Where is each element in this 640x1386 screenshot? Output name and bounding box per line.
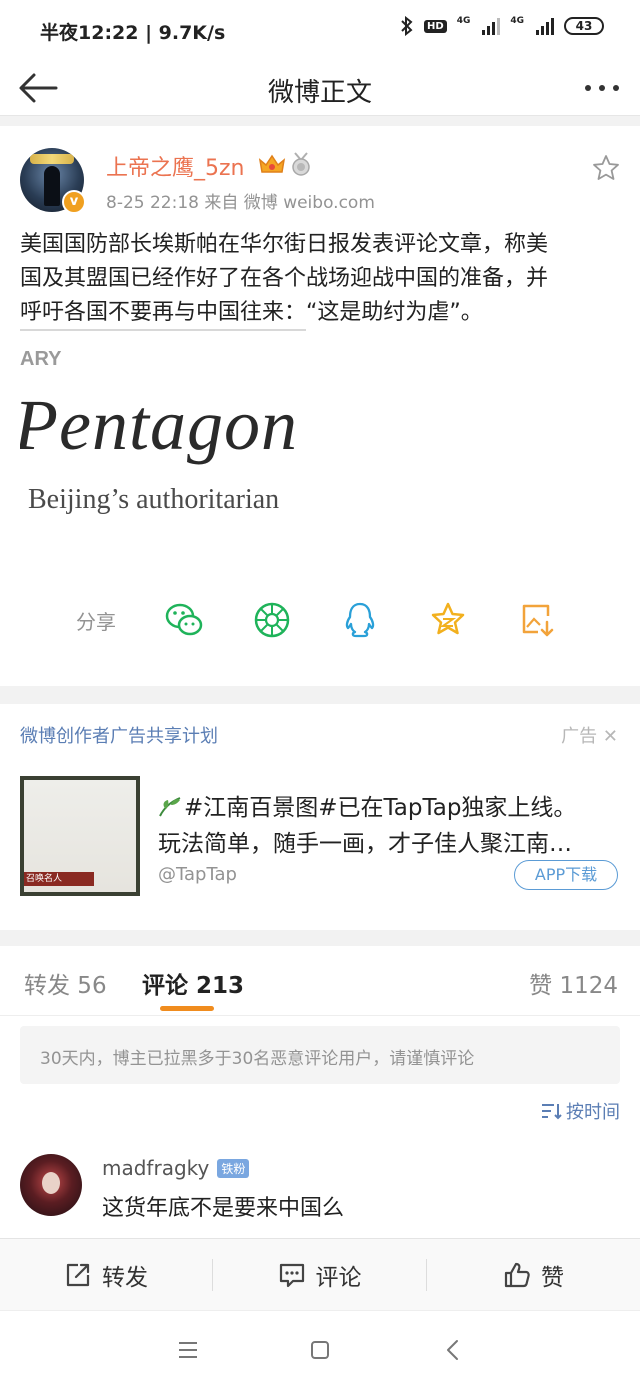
ad-headline-text: #江南百景图#已在TapTap独家上线。 (184, 795, 577, 821)
system-navigation-bar (0, 1310, 640, 1386)
ad-source: @TapTap (158, 864, 237, 885)
close-icon[interactable]: ✕ (603, 726, 618, 747)
post-text-line: 国及其盟国已经作好了在各个战场迎战中国的准备，并 (20, 266, 549, 291)
sort-by-time-button[interactable]: 按时间 (540, 1098, 620, 1124)
ad-thumbnail[interactable]: 召唤名人 (20, 776, 140, 896)
active-tab-indicator (160, 1006, 214, 1011)
moments-icon[interactable] (252, 600, 292, 640)
page-title: 微博正文 (267, 78, 372, 108)
avatar-face (42, 1172, 60, 1194)
qq-icon[interactable] (340, 600, 380, 640)
share-label: 分享 (76, 610, 116, 634)
post-image[interactable]: ARY Pentagon Beijing’s authoritarian (20, 344, 340, 534)
like-label: 赞 (541, 1265, 564, 1291)
battery-icon: 43 (564, 17, 604, 35)
post-body: 美国国防部长埃斯帕在华尔街日报发表评论文章，称美 国及其盟国已经作好了在各个战场… (20, 228, 620, 331)
post-text-line: 美国国防部长埃斯帕在华尔街日报发表评论文章，称美 (20, 232, 549, 257)
weibo-post: v 上帝之鹰_5zn 8-25 22:18 来自 微博 weibo.com 美国… (0, 126, 640, 686)
bottom-action-bar: 转发 评论 赞 (0, 1238, 640, 1310)
save-image-icon[interactable] (518, 600, 558, 640)
section-divider (0, 116, 640, 126)
repost-button[interactable]: 转发 (0, 1239, 212, 1311)
bluetooth-icon (401, 16, 413, 36)
ad-headline[interactable]: #江南百景图#已在TapTap独家上线。 (158, 788, 576, 822)
post-stats-tabs: 转发 56 评论 213 赞 1124 (0, 946, 640, 1016)
vip-crown-icon[interactable] (258, 152, 286, 176)
comment-text: 这货年底不是要来中国么 (102, 1196, 345, 1221)
repost-icon (66, 1263, 90, 1287)
tab-likes[interactable]: 赞 1124 (529, 966, 618, 1000)
hd-badge: HD (424, 19, 447, 33)
thumbs-up-icon (504, 1262, 530, 1288)
tab-comments[interactable]: 评论 213 (142, 966, 244, 1000)
comment-icon (279, 1263, 304, 1288)
medal-icon[interactable] (290, 152, 312, 176)
section-divider (0, 930, 640, 946)
author-username[interactable]: 上帝之鹰_5zn (106, 150, 245, 182)
network-label-2: 4G (510, 16, 524, 26)
commenter-avatar[interactable] (20, 1154, 82, 1216)
comment-notice: 30天内，博主已拉黑多于30名恶意评论用户，请谨慎评论 (20, 1026, 620, 1084)
ad-tag-label: 广告 (561, 726, 598, 747)
signal-icon-2 (536, 17, 554, 35)
status-bar: 半夜12:22 | 9.7K/s HD 4G 4G 43 (0, 0, 640, 60)
comment-label: 评论 (315, 1265, 362, 1291)
nav-bar: 微博正文 (0, 60, 640, 116)
network-label-1: 4G (456, 16, 471, 26)
post-meta: 8-25 22:18 来自 微博 weibo.com (106, 193, 375, 213)
post-text-quote: “这是助纣为虐”。 (306, 300, 483, 325)
status-time: 半夜12:22 | 9.7K/s (40, 22, 226, 44)
avatar-figure (44, 166, 60, 206)
ad-tag[interactable]: 广告 ✕ (561, 722, 618, 748)
avatar-crown-frame (30, 154, 74, 164)
ad-program-title[interactable]: 微博创作者广告共享计划 (20, 722, 218, 748)
post-text-underlined: 呼吁各国不要再与中国往来： (20, 300, 307, 331)
verified-badge-icon: v (62, 190, 86, 214)
back-icon[interactable] (440, 1337, 466, 1363)
image-text-headline: Pentagon (20, 385, 298, 465)
favorite-star-icon[interactable] (592, 154, 620, 182)
wechat-icon[interactable] (164, 600, 204, 640)
post-text-line: 呼吁各国不要再与中国往来：“这是助纣为虐”。 (20, 296, 620, 331)
comment-item: madfragky 铁粉 这货年底不是要来中国么 (0, 1148, 640, 1238)
sort-label: 按时间 (566, 1102, 620, 1123)
comment-notice-text: 30天内，博主已拉黑多于30名恶意评论用户，请谨慎评论 (40, 1049, 475, 1069)
sort-icon (542, 1104, 562, 1120)
image-text-ary: ARY (20, 348, 62, 370)
menu-icon[interactable] (175, 1337, 201, 1363)
repost-label: 转发 (102, 1265, 148, 1291)
bamboo-leaf-icon (159, 797, 181, 817)
fan-badge: 铁粉 (217, 1158, 250, 1178)
like-button[interactable]: 赞 (427, 1239, 640, 1311)
qzone-icon[interactable] (428, 600, 468, 640)
ad-card[interactable]: 微博创作者广告共享计划 广告 ✕ 召唤名人 #江南百景图#已在TapTap独家上… (0, 704, 640, 930)
signal-icon-1 (482, 17, 501, 35)
comment-button[interactable]: 评论 (213, 1239, 426, 1311)
commenter-name-row: madfragky 铁粉 (102, 1156, 250, 1180)
more-options-icon[interactable] (582, 76, 622, 100)
tab-reposts[interactable]: 转发 56 (24, 966, 107, 1000)
ad-description: 玩法简单，随手一画，才子佳人聚江南… (158, 831, 572, 857)
ad-thumbnail-label: 召唤名人 (24, 872, 94, 886)
share-row: 分享 (0, 598, 640, 642)
section-divider (0, 686, 640, 704)
home-icon[interactable] (307, 1337, 333, 1363)
status-indicators: HD 4G 4G 43 (400, 16, 604, 36)
app-download-button[interactable]: APP下载 (514, 860, 618, 890)
commenter-username[interactable]: madfragky (102, 1156, 209, 1180)
image-text-subline: Beijing’s authoritarian (28, 484, 280, 515)
